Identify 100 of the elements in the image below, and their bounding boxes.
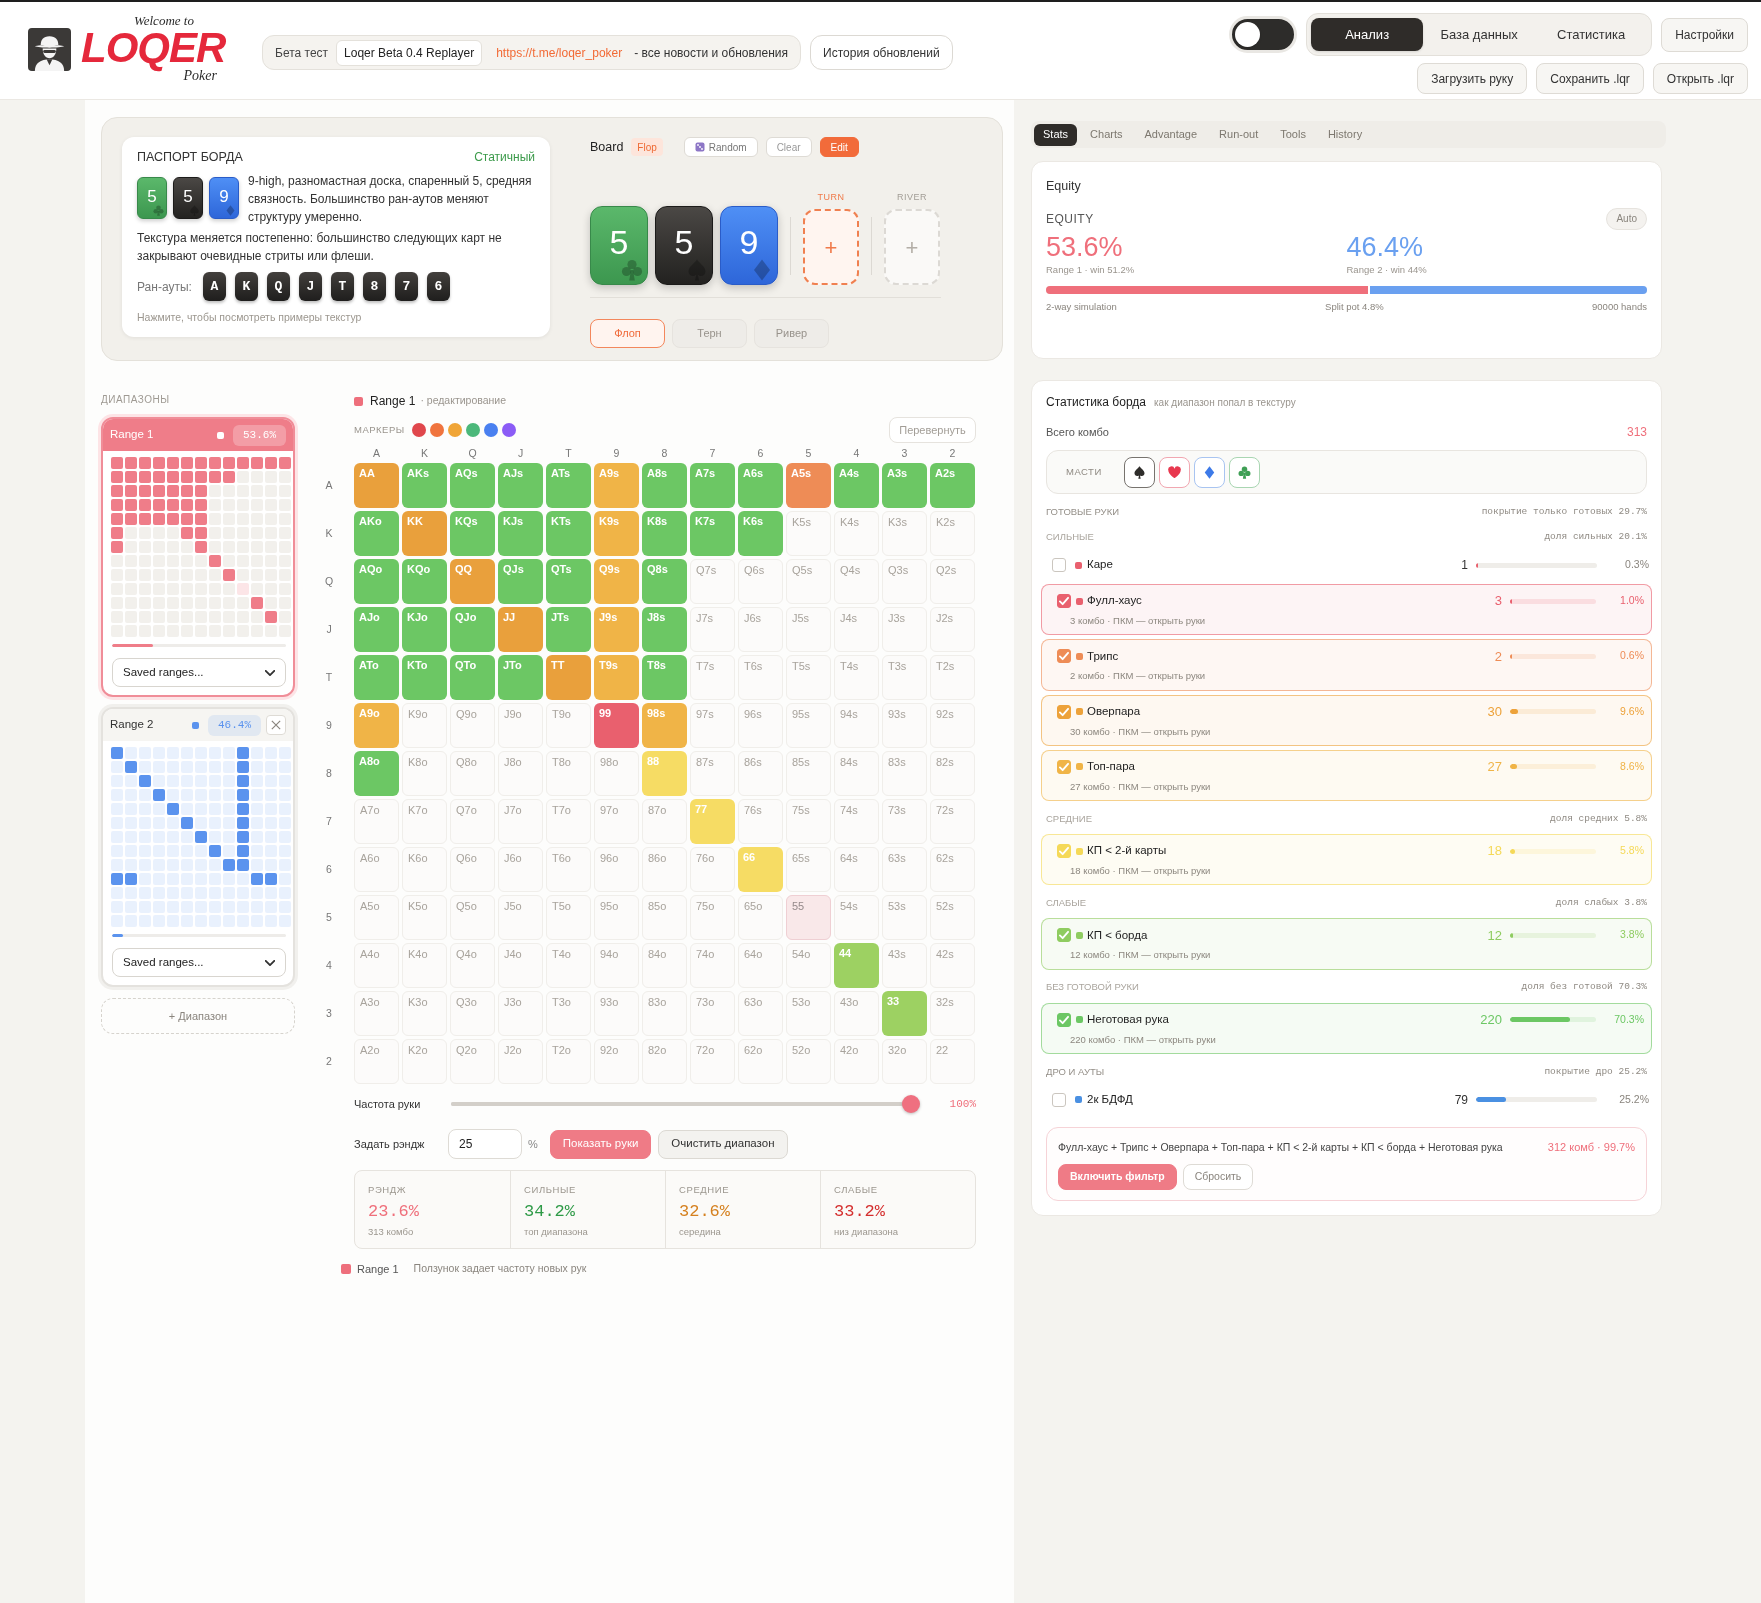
- hand-cell[interactable]: 98o: [594, 751, 639, 796]
- hand-cell[interactable]: 55: [786, 895, 831, 940]
- runout-card[interactable]: T: [330, 272, 354, 301]
- hand-cell[interactable]: K3s: [882, 511, 927, 556]
- hand-cell[interactable]: K4o: [402, 943, 447, 988]
- panel-tab[interactable]: Advantage: [1135, 123, 1207, 146]
- hand-cell[interactable]: KTs: [546, 511, 591, 556]
- hand-cell[interactable]: 62o: [738, 1039, 783, 1084]
- hand-cell[interactable]: Q2o: [450, 1039, 495, 1084]
- hand-cell[interactable]: T8s: [642, 655, 687, 700]
- hand-cell[interactable]: 52s: [930, 895, 975, 940]
- hand-cell[interactable]: AKs: [402, 463, 447, 508]
- runout-card[interactable]: Q: [266, 272, 290, 301]
- hand-cell[interactable]: T9s: [594, 655, 639, 700]
- hand-cell[interactable]: 88: [642, 751, 687, 796]
- hand-cell[interactable]: K4s: [834, 511, 879, 556]
- hand-cell[interactable]: A3o: [354, 991, 399, 1036]
- saved-ranges-select[interactable]: Saved ranges...: [112, 948, 286, 977]
- hand-category-row[interactable]: Каре 1 0.3%: [1041, 550, 1652, 580]
- hand-cell[interactable]: 32s: [930, 991, 975, 1036]
- hand-cell[interactable]: A7o: [354, 799, 399, 844]
- category-checkbox[interactable]: [1057, 704, 1071, 719]
- hand-cell[interactable]: 86o: [642, 847, 687, 892]
- hand-cell[interactable]: A8s: [642, 463, 687, 508]
- hand-cell[interactable]: A6o: [354, 847, 399, 892]
- hand-cell[interactable]: 87o: [642, 799, 687, 844]
- hand-cell[interactable]: 84o: [642, 943, 687, 988]
- hand-cell[interactable]: A5o: [354, 895, 399, 940]
- hand-cell[interactable]: Q8s: [642, 559, 687, 604]
- hand-cell[interactable]: K9s: [594, 511, 639, 556]
- panel-tab[interactable]: Run-out: [1210, 123, 1268, 146]
- hand-cell[interactable]: 73o: [690, 991, 735, 1036]
- panel-tab[interactable]: Charts: [1081, 123, 1132, 146]
- telegram-link[interactable]: https://t.me/loqer_poker: [496, 43, 623, 62]
- hand-cell[interactable]: 63s: [882, 847, 927, 892]
- street-tab[interactable]: Ривер: [754, 319, 829, 348]
- hand-cell[interactable]: 43s: [882, 943, 927, 988]
- view-tab[interactable]: Статистика: [1535, 18, 1648, 51]
- hand-cell[interactable]: Q3o: [450, 991, 495, 1036]
- hand-cell[interactable]: 73s: [882, 799, 927, 844]
- hand-cell[interactable]: A8o: [354, 751, 399, 796]
- hand-cell[interactable]: 22: [930, 1039, 975, 1084]
- panel-tab[interactable]: Tools: [1271, 123, 1315, 146]
- hand-cell[interactable]: 93s: [882, 703, 927, 748]
- hand-cell[interactable]: 65o: [738, 895, 783, 940]
- settings-button[interactable]: Настройки: [1661, 17, 1748, 52]
- hand-cell[interactable]: A4s: [834, 463, 879, 508]
- hand-cell[interactable]: K2o: [402, 1039, 447, 1084]
- hand-cell[interactable]: T2o: [546, 1039, 591, 1084]
- hand-cell[interactable]: 85s: [786, 751, 831, 796]
- hand-cell[interactable]: J2o: [498, 1039, 543, 1084]
- hand-cell[interactable]: 92o: [594, 1039, 639, 1084]
- hand-cell[interactable]: 54s: [834, 895, 879, 940]
- hand-cell[interactable]: 72o: [690, 1039, 735, 1084]
- hand-cell[interactable]: 97o: [594, 799, 639, 844]
- hand-cell[interactable]: Q7o: [450, 799, 495, 844]
- category-checkbox[interactable]: [1057, 928, 1071, 943]
- playing-card[interactable]: 5: [590, 206, 648, 285]
- hand-cell[interactable]: K7s: [690, 511, 735, 556]
- hand-cell[interactable]: 75o: [690, 895, 735, 940]
- category-checkbox[interactable]: [1052, 1092, 1066, 1107]
- hand-cell[interactable]: J6s: [738, 607, 783, 652]
- hand-cell[interactable]: QJs: [498, 559, 543, 604]
- hand-cell[interactable]: Q4s: [834, 559, 879, 604]
- hand-cell[interactable]: 53s: [882, 895, 927, 940]
- hand-cell[interactable]: AKo: [354, 511, 399, 556]
- hand-cell[interactable]: QJo: [450, 607, 495, 652]
- hand-cell[interactable]: Q6o: [450, 847, 495, 892]
- hand-cell[interactable]: 66: [738, 847, 783, 892]
- hand-cell[interactable]: 77: [690, 799, 735, 844]
- card-slot[interactable]: +: [803, 209, 859, 285]
- hand-category-card[interactable]: Оверпара 30 9.6% 30 комбо · ПКМ — открыть руки: [1041, 694, 1652, 746]
- hand-cell[interactable]: KQs: [450, 511, 495, 556]
- hand-cell[interactable]: 86s: [738, 751, 783, 796]
- hand-cell[interactable]: 85o: [642, 895, 687, 940]
- suit-filter-button[interactable]: [1123, 456, 1155, 488]
- hand-cell[interactable]: Q9s: [594, 559, 639, 604]
- hand-cell[interactable]: K7o: [402, 799, 447, 844]
- hand-cell[interactable]: 42o: [834, 1039, 879, 1084]
- hand-cell[interactable]: AQs: [450, 463, 495, 508]
- hand-category-card[interactable]: Топ-пара 27 8.6% 27 комбо · ПКМ — открыть руки: [1041, 749, 1652, 801]
- hand-cell[interactable]: 96s: [738, 703, 783, 748]
- hand-cell[interactable]: K5o: [402, 895, 447, 940]
- hand-cell[interactable]: 62s: [930, 847, 975, 892]
- hand-cell[interactable]: 72s: [930, 799, 975, 844]
- hand-cell[interactable]: AJo: [354, 607, 399, 652]
- hand-category-card[interactable]: КП < 2-й карты 18 5.8% 18 комбо · ПКМ — открыть руки: [1041, 834, 1652, 886]
- apply-filter-button[interactable]: Включить фильтр: [1058, 1164, 1177, 1191]
- flip-button[interactable]: Перевернуть: [889, 417, 976, 443]
- range-card[interactable]: Range 1 53.6% Saved ranges...: [101, 417, 295, 697]
- range-percent-input[interactable]: 25: [448, 1129, 522, 1159]
- slider-thumb[interactable]: [902, 1095, 920, 1113]
- hand-cell[interactable]: A2s: [930, 463, 975, 508]
- hand-cell[interactable]: 99: [594, 703, 639, 748]
- hand-cell[interactable]: J6o: [498, 847, 543, 892]
- hand-cell[interactable]: J7s: [690, 607, 735, 652]
- hand-cell[interactable]: JJ: [498, 607, 543, 652]
- hand-cell[interactable]: Q6s: [738, 559, 783, 604]
- hand-cell[interactable]: Q5o: [450, 895, 495, 940]
- hand-cell[interactable]: 93o: [594, 991, 639, 1036]
